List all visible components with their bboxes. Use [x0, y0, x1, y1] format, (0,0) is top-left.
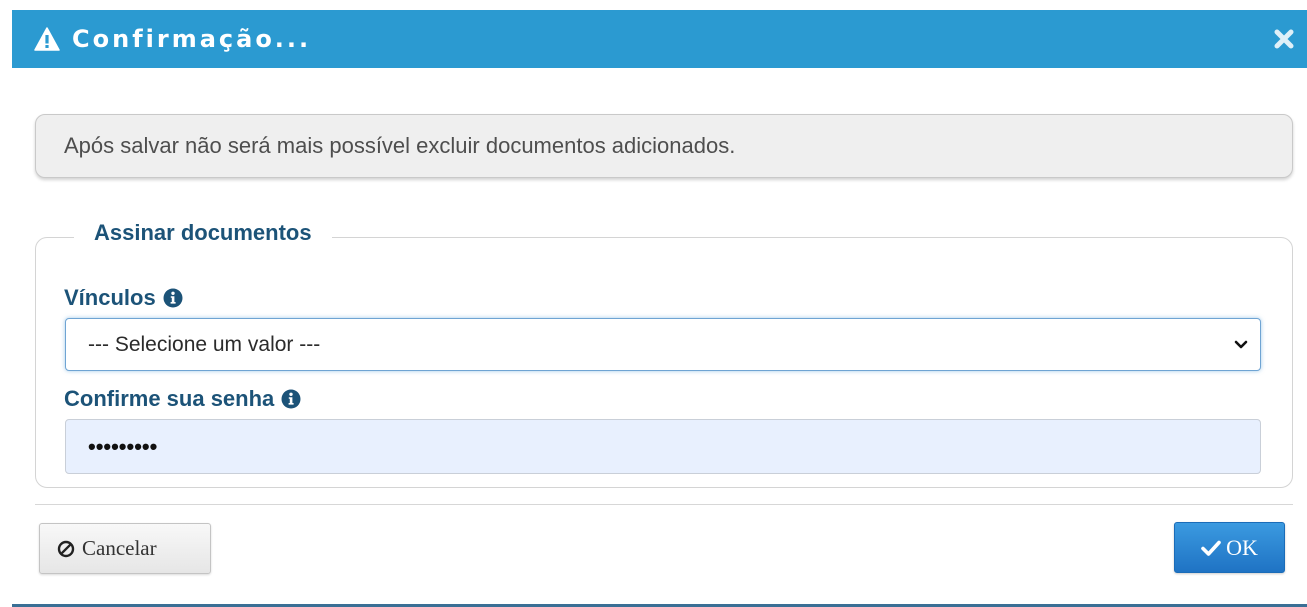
check-icon — [1201, 539, 1221, 557]
warning-triangle-icon — [34, 26, 62, 52]
confirmation-dialog: Confirmação... Após salvar não será mais… — [12, 10, 1307, 607]
warning-alert: Após salvar não será mais possível exclu… — [35, 114, 1293, 178]
ok-label: OK — [1226, 534, 1258, 560]
cancel-label: Cancelar — [82, 536, 157, 560]
info-icon[interactable] — [281, 389, 301, 409]
vinculos-select[interactable]: --- Selecione um valor --- — [65, 318, 1261, 371]
ok-button[interactable]: OK — [1174, 522, 1285, 573]
alert-message: Após salvar não será mais possível exclu… — [64, 133, 736, 158]
password-field[interactable]: ••••••••• — [65, 419, 1261, 474]
ban-icon — [57, 540, 75, 558]
password-label: Confirme sua senha — [64, 386, 301, 412]
dialog-header: Confirmação... — [12, 10, 1307, 68]
info-icon[interactable] — [163, 288, 183, 308]
footer-divider — [35, 504, 1293, 505]
password-label-text: Confirme sua senha — [64, 386, 275, 411]
sign-documents-fieldset: Assinar documentos Vínculos --- Selecion… — [35, 220, 1293, 488]
dialog-title: Confirmação... — [72, 25, 312, 53]
vinculos-label: Vínculos — [64, 285, 183, 311]
vinculos-selected-value: --- Selecione um valor --- — [88, 332, 321, 356]
vinculos-label-text: Vínculos — [64, 285, 156, 310]
fieldset-legend: Assinar documentos — [74, 220, 332, 246]
chevron-down-icon — [1234, 336, 1248, 354]
password-masked-value: ••••••••• — [88, 433, 158, 459]
cancel-button[interactable]: Cancelar — [39, 523, 211, 574]
close-icon[interactable] — [1271, 26, 1297, 52]
